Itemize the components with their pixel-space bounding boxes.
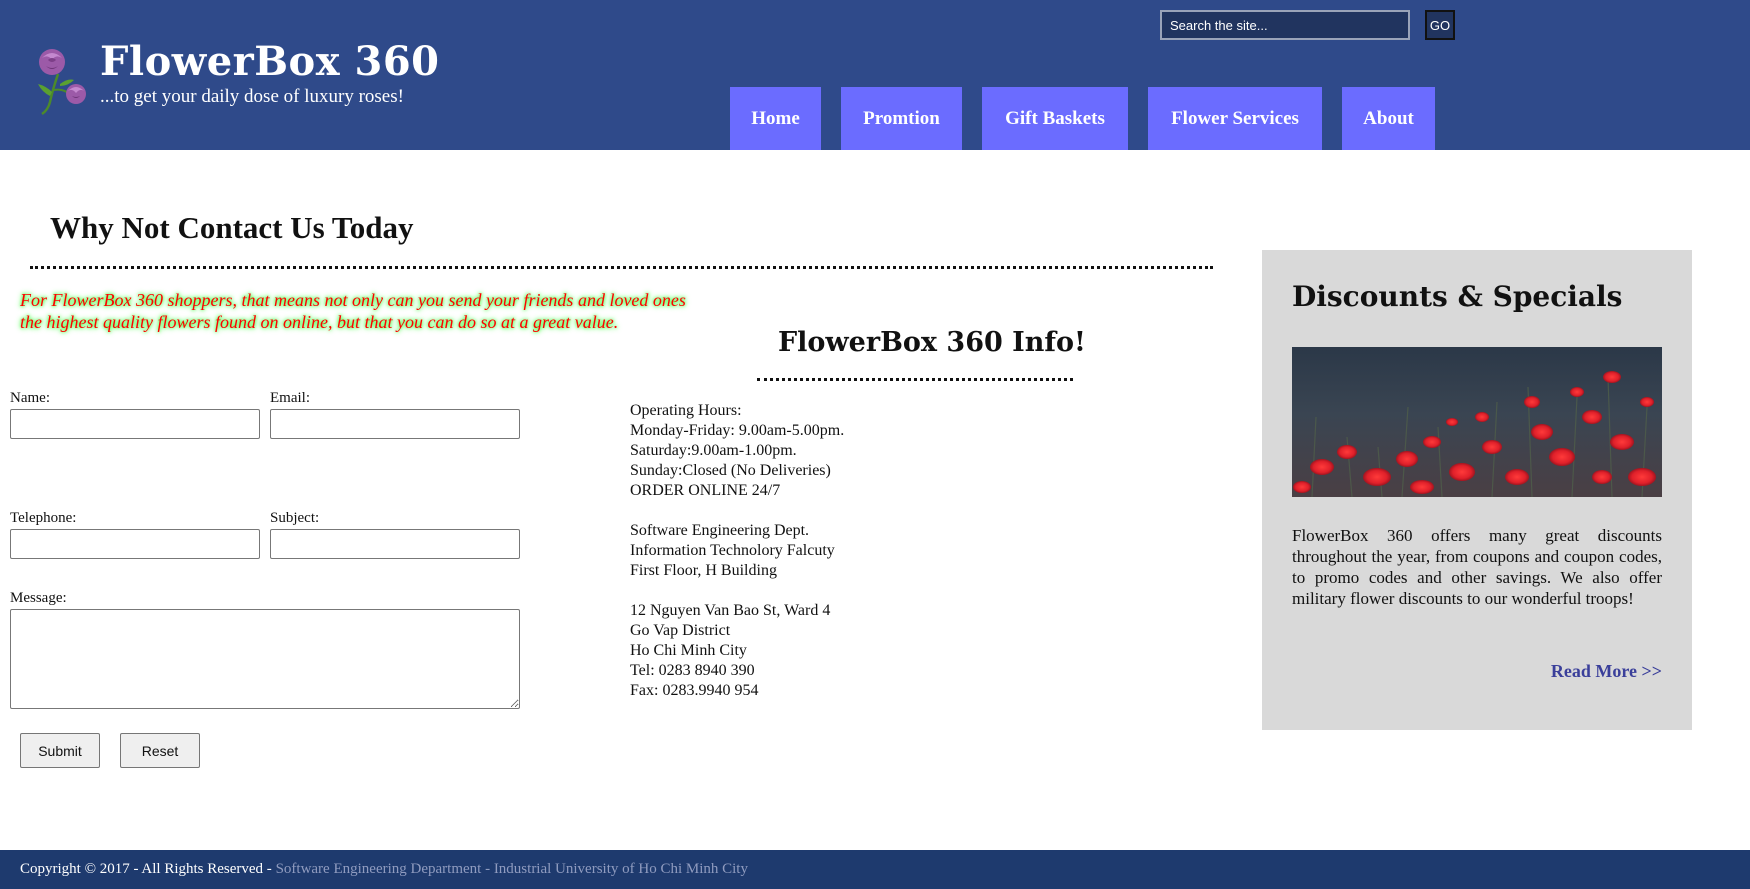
info-line: Fax: 0283.9940 954 <box>630 682 759 699</box>
submit-button[interactable]: Submit <box>20 733 100 768</box>
name-field[interactable] <box>10 409 260 439</box>
sidebar-text: FlowerBox 360 offers many great discount… <box>1292 526 1662 608</box>
search-input[interactable] <box>1160 10 1410 40</box>
rose-icon <box>38 49 86 116</box>
email-field[interactable] <box>270 409 520 439</box>
site-footer: Copyright © 2017 - All Rights Reserved -… <box>0 850 1750 889</box>
page-heading: Why Not Contact Us Today <box>50 210 414 245</box>
message-field[interactable] <box>10 609 520 709</box>
info-line: 12 Nguyen Van Bao St, Ward 4 <box>630 602 831 619</box>
info-title: FlowerBox 360 Info! <box>778 327 1086 358</box>
intro-line: the highest quality flowers found on onl… <box>20 312 619 332</box>
sidebar-title: Discounts & Specials <box>1292 280 1623 313</box>
footer-department-link[interactable]: Software Engineering Department - Indust… <box>276 861 748 877</box>
intro-text: For FlowerBox 360 shoppers, that means n… <box>20 289 740 333</box>
name-label: Name: <box>10 390 50 406</box>
info-line: Information Technolory Falcuty <box>630 542 835 559</box>
telephone-label: Telephone: <box>10 510 77 526</box>
info-line: Go Vap District <box>630 622 731 639</box>
email-label: Email: <box>270 390 310 406</box>
telephone-field[interactable] <box>10 529 260 559</box>
info-line: Ho Chi Minh City <box>630 642 747 659</box>
reset-button[interactable]: Reset <box>120 733 200 768</box>
info-line: Saturday:9.00am-1.00pm. <box>630 442 797 459</box>
intro-line: For FlowerBox 360 shoppers, that means n… <box>20 290 686 310</box>
nav-home[interactable]: Home <box>730 87 821 150</box>
nav-gift-baskets[interactable]: Gift Baskets <box>982 87 1128 150</box>
info-line: Software Engineering Dept. <box>630 522 810 539</box>
info-divider <box>757 378 1073 381</box>
read-more-link[interactable]: Read More >> <box>1551 661 1662 682</box>
heading-divider <box>30 266 1213 269</box>
info-line: Operating Hours: <box>630 402 742 419</box>
info-line: ORDER ONLINE 24/7 <box>630 482 781 499</box>
site-title: FlowerBox 360 <box>100 38 440 85</box>
nav-promotion[interactable]: Promtion <box>841 87 962 150</box>
info-line: Sunday:Closed (No Deliveries) <box>630 462 831 479</box>
nav-flower-services[interactable]: Flower Services <box>1148 87 1322 150</box>
subject-label: Subject: <box>270 510 320 526</box>
info-line: Tel: 0283 8940 390 <box>630 662 755 679</box>
message-label: Message: <box>10 590 67 606</box>
site-tagline: ...to get your daily dose of luxury rose… <box>100 86 404 107</box>
nav-about[interactable]: About <box>1342 87 1435 150</box>
poppy-field-image <box>1292 347 1662 497</box>
site-header: FlowerBox 360 ...to get your daily dose … <box>0 0 1750 150</box>
info-line: Monday-Friday: 9.00am-5.00pm. <box>630 422 845 439</box>
discounts-sidebar: Discounts & Specials FlowerBox 360 offer… <box>1262 250 1692 730</box>
copyright-text: Copyright © 2017 - All Rights Reserved - <box>20 861 276 877</box>
subject-field[interactable] <box>270 529 520 559</box>
info-line: First Floor, H Building <box>630 562 777 579</box>
search-go-button[interactable]: GO <box>1425 10 1455 40</box>
